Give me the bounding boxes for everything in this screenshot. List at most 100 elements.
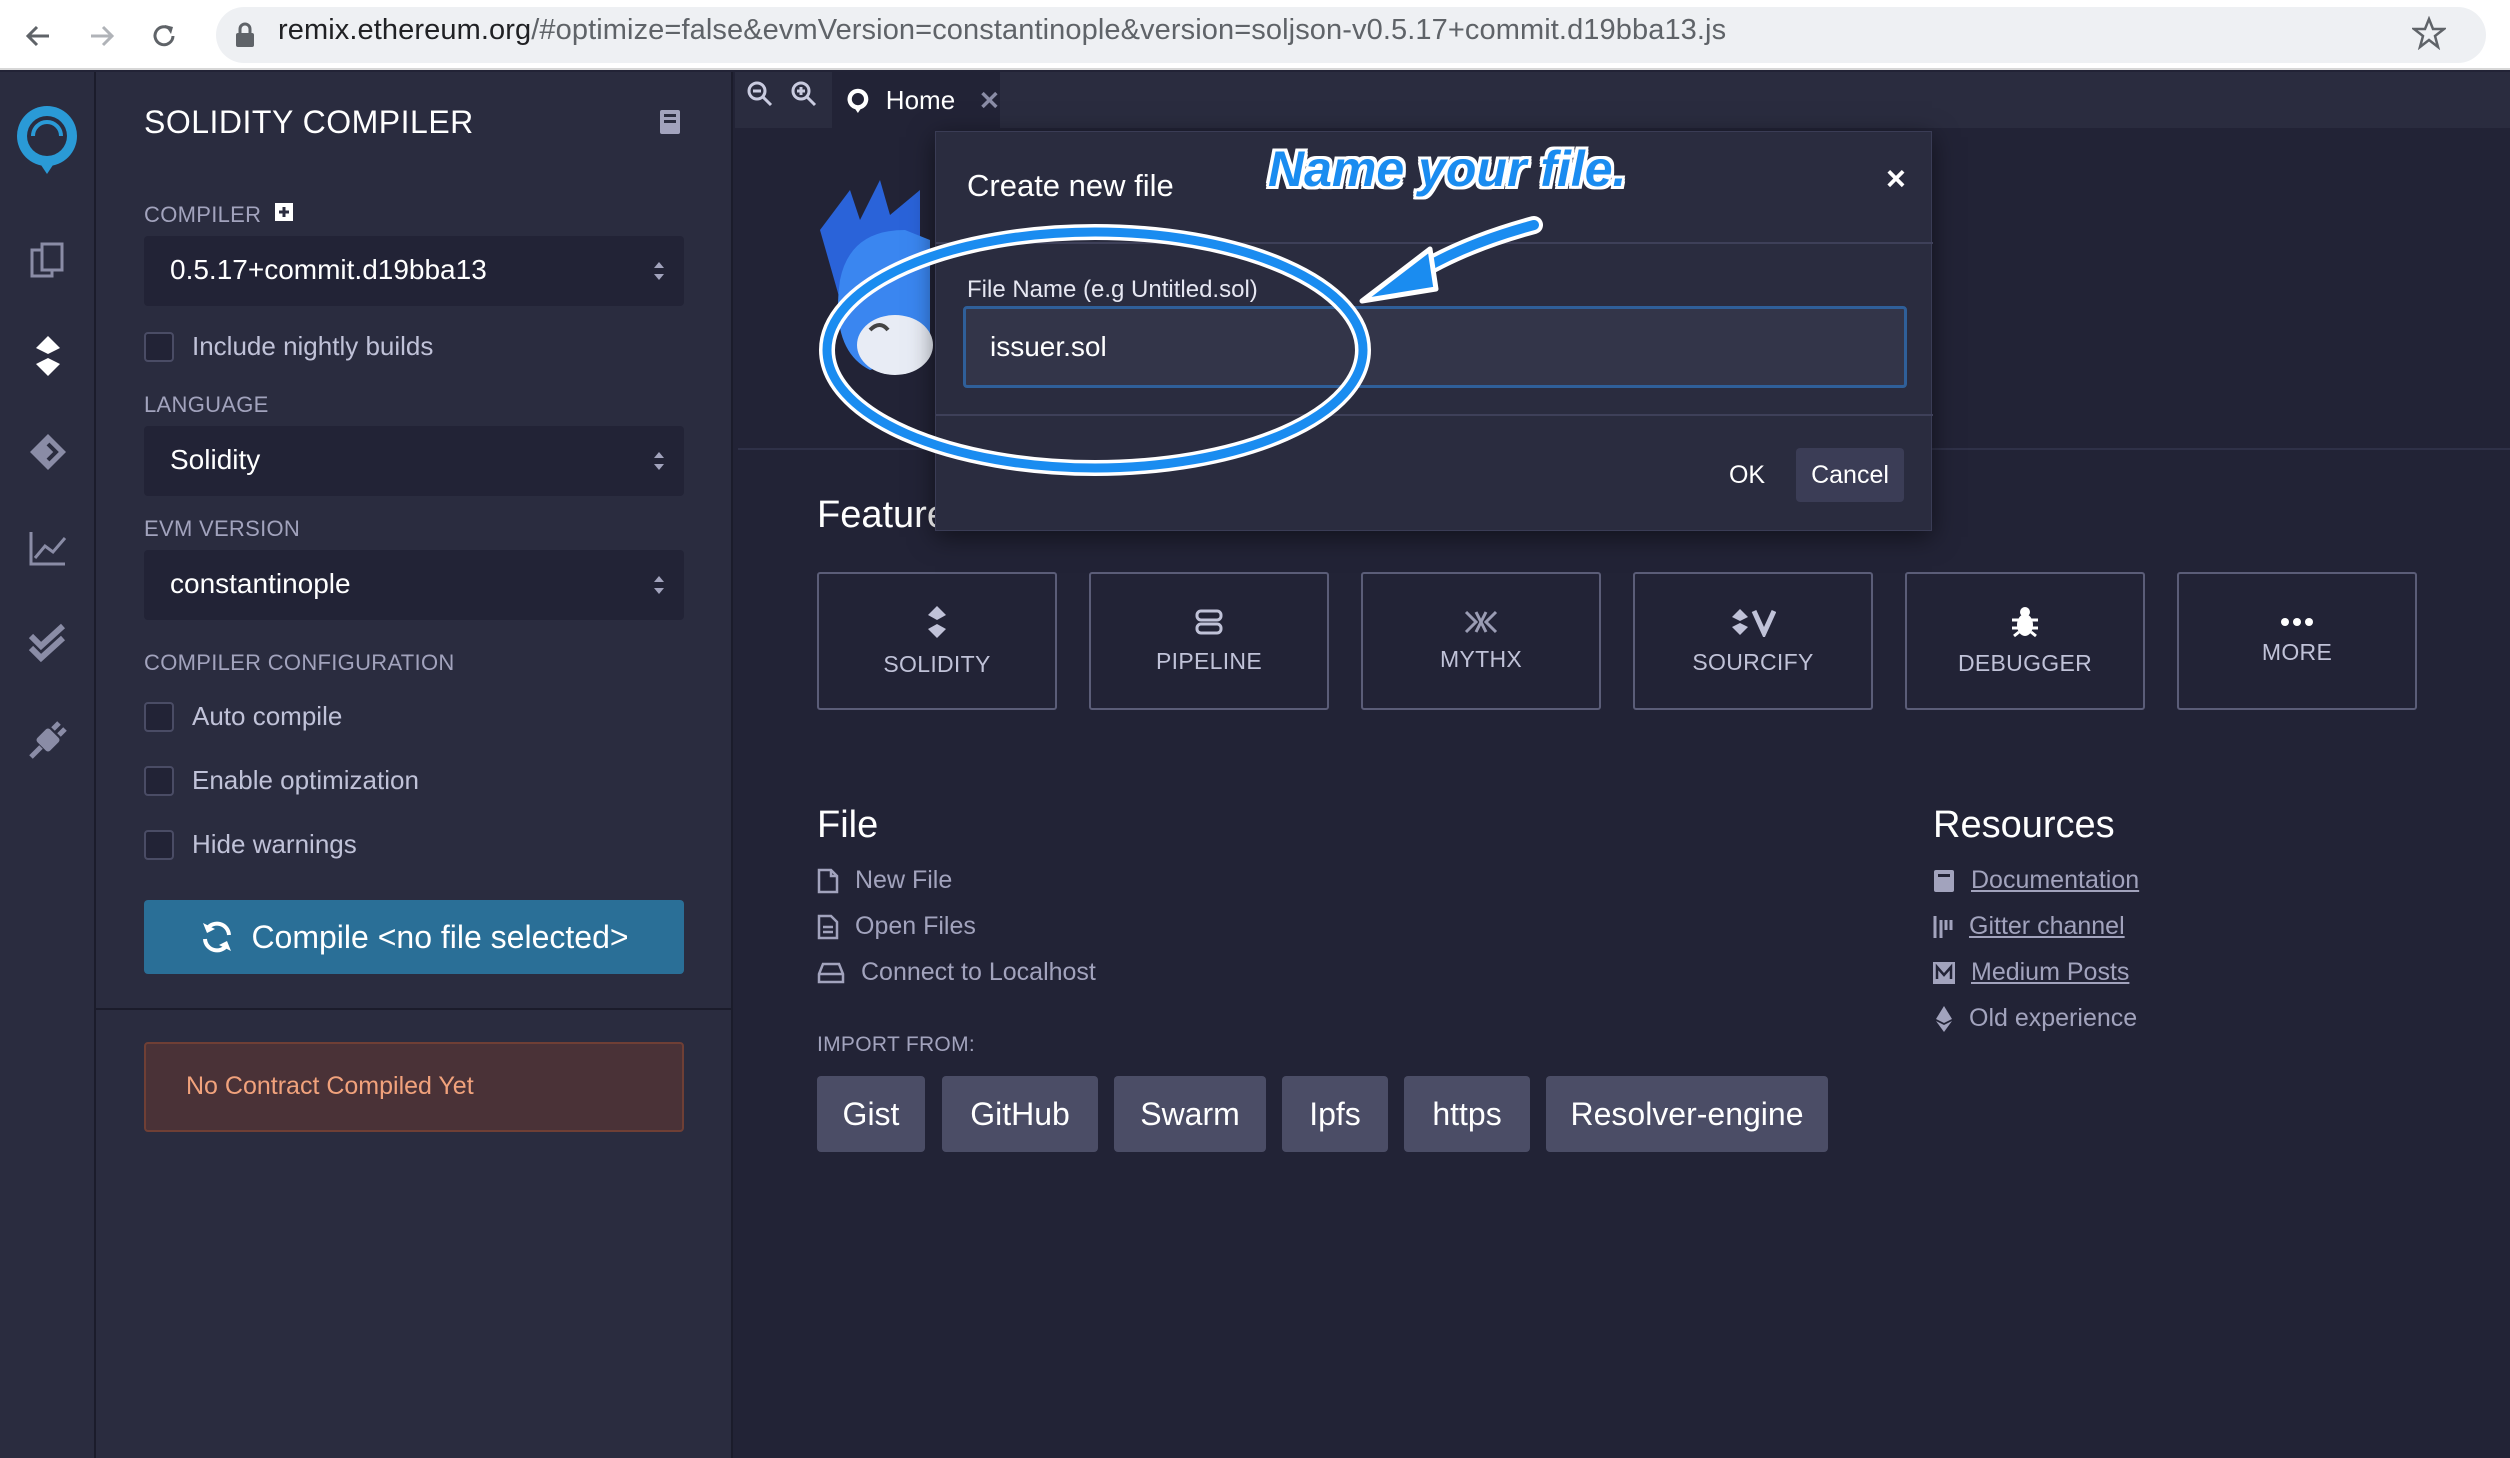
language-select[interactable]: Solidity — [144, 426, 684, 496]
language-label: LANGUAGE — [144, 392, 269, 417]
remix-logo-icon[interactable] — [6, 100, 88, 176]
auto-compile-label: Auto compile — [192, 701, 343, 731]
evm-version-label: EVM VERSION — [144, 516, 301, 541]
enable-optimization-checkbox[interactable] — [144, 766, 174, 796]
annotation-callout: Name your file. — [1268, 141, 1627, 197]
panel-title: SOLIDITY COMPILER — [144, 104, 474, 140]
featured-label: MYTHX — [1440, 645, 1522, 672]
gitter-icon — [1933, 915, 1953, 938]
file-heading: File — [817, 804, 879, 846]
hard-drive-icon — [817, 962, 845, 983]
featured-label: SOLIDITY — [883, 650, 991, 677]
file-explorer-icon[interactable] — [24, 236, 72, 284]
pipeline-icon — [1195, 609, 1223, 634]
evm-version-select[interactable]: constantinople — [144, 550, 684, 620]
editor-tab-bar — [735, 72, 2510, 128]
featured-label: MORE — [2261, 638, 2333, 665]
add-compiler-icon[interactable] — [274, 202, 294, 227]
zoom-in-icon[interactable] — [790, 80, 818, 113]
import-resolver-engine-button[interactable]: Resolver-engine — [1546, 1076, 1828, 1152]
gitter-link[interactable]: Gitter channel — [1933, 912, 2125, 941]
new-file-label: New File — [855, 866, 953, 894]
medium-icon — [1933, 961, 1955, 984]
zoom-out-icon[interactable] — [746, 80, 774, 113]
deploy-run-icon[interactable] — [24, 428, 72, 476]
tab-home-label: Home — [885, 84, 956, 115]
auto-compile-checkbox[interactable] — [144, 702, 174, 732]
new-file-link[interactable]: New File — [817, 866, 952, 895]
cancel-button[interactable]: Cancel — [1796, 448, 1904, 502]
tab-home[interactable]: Home — [832, 72, 1000, 128]
evm-version-value: constantinople — [170, 568, 351, 599]
connect-localhost-link[interactable]: Connect to Localhost — [817, 958, 1096, 987]
select-arrows-icon — [654, 452, 664, 470]
import-https-button[interactable]: https — [1404, 1076, 1530, 1152]
solidity-icon — [928, 605, 946, 638]
documentation-label[interactable]: Documentation — [1971, 866, 2139, 895]
reload-icon[interactable] — [144, 16, 184, 56]
import-gist-button[interactable]: Gist — [817, 1076, 925, 1152]
annotation-arrow-icon — [1359, 216, 1543, 304]
select-arrows-icon — [654, 262, 664, 280]
side-panel: SOLIDITY COMPILER COMPILER 0.5.17+commit… — [96, 72, 733, 1458]
open-file-icon — [817, 914, 839, 939]
featured-label: DEBUGGER — [1957, 649, 2093, 676]
featured-solidity-button[interactable]: SOLIDITY — [817, 572, 1057, 710]
more-dots-icon — [2281, 617, 2313, 626]
tab-close-icon[interactable] — [979, 88, 1000, 112]
import-github-button[interactable]: GitHub — [942, 1076, 1098, 1152]
forward-icon[interactable] — [82, 16, 122, 56]
compiler-version-select[interactable]: 0.5.17+commit.d19bba13 — [144, 236, 684, 306]
featured-more-button[interactable]: MORE — [2177, 572, 2417, 710]
ethereum-icon — [1936, 1005, 1952, 1032]
ok-button[interactable]: OK — [1712, 448, 1782, 502]
import-ipfs-button[interactable]: Ipfs — [1282, 1076, 1388, 1152]
documentation-link[interactable]: Documentation — [1933, 866, 2139, 895]
medium-label[interactable]: Medium Posts — [1971, 958, 2129, 987]
featured-debugger-button[interactable]: DEBUGGER — [1905, 572, 2145, 710]
remix-tab-icon — [847, 88, 869, 114]
connect-localhost-label: Connect to Localhost — [861, 958, 1096, 986]
url-text: remix.ethereum.org/#optimize=false&evmVe… — [278, 14, 1726, 47]
compile-button[interactable]: Compile <no file selected> — [144, 900, 684, 974]
plugin-manager-plug-icon[interactable] — [24, 716, 72, 764]
hide-warnings-label: Hide warnings — [192, 829, 357, 859]
compile-button-label: Compile <no file selected> — [251, 918, 629, 955]
featured-pipeline-button[interactable]: PIPELINE — [1089, 572, 1329, 710]
back-icon[interactable] — [18, 16, 58, 56]
bookmark-star-icon[interactable] — [2410, 15, 2448, 55]
testing-double-check-icon[interactable] — [24, 618, 72, 666]
featured-sourcify-button[interactable]: SOURCIFY — [1633, 572, 1873, 710]
modal-close-icon[interactable]: × — [1886, 160, 1906, 199]
import-swarm-button[interactable]: Swarm — [1114, 1076, 1266, 1152]
bug-icon — [2012, 606, 2038, 637]
modal-title: Create new file — [967, 168, 1174, 203]
solidity-compiler-icon[interactable] — [24, 332, 72, 380]
new-file-icon — [817, 868, 839, 893]
gitter-label[interactable]: Gitter channel — [1969, 912, 2125, 941]
featured-heading: Feature — [817, 494, 948, 536]
old-experience-link[interactable]: Old experience — [1935, 1004, 2137, 1033]
nightly-builds-checkbox[interactable] — [144, 332, 174, 362]
nightly-builds-label: Include nightly builds — [192, 331, 434, 361]
resources-heading: Resources — [1933, 804, 2115, 846]
refresh-icon — [203, 921, 232, 953]
compiler-configuration-label: COMPILER CONFIGURATION — [144, 650, 455, 675]
url-path: /#optimize=false&evmVersion=constantinop… — [531, 14, 1727, 46]
featured-mythx-button[interactable]: MYTHX — [1361, 572, 1601, 710]
lock-icon — [234, 22, 256, 53]
book-icon — [1934, 869, 1954, 892]
open-files-link[interactable]: Open Files — [817, 912, 976, 941]
medium-link[interactable]: Medium Posts — [1933, 958, 2129, 987]
documentation-book-icon[interactable] — [658, 108, 682, 141]
featured-label: PIPELINE — [1156, 647, 1262, 674]
compiler-version-value: 0.5.17+commit.d19bba13 — [170, 254, 487, 285]
analysis-chart-icon[interactable] — [24, 524, 72, 572]
enable-optimization-label: Enable optimization — [192, 765, 419, 795]
featured-label: SOURCIFY — [1692, 648, 1814, 675]
language-value: Solidity — [170, 444, 261, 475]
open-files-label: Open Files — [855, 912, 976, 940]
hide-warnings-checkbox[interactable] — [144, 830, 174, 860]
mythx-icon — [1464, 610, 1498, 633]
select-arrows-icon — [654, 576, 664, 594]
